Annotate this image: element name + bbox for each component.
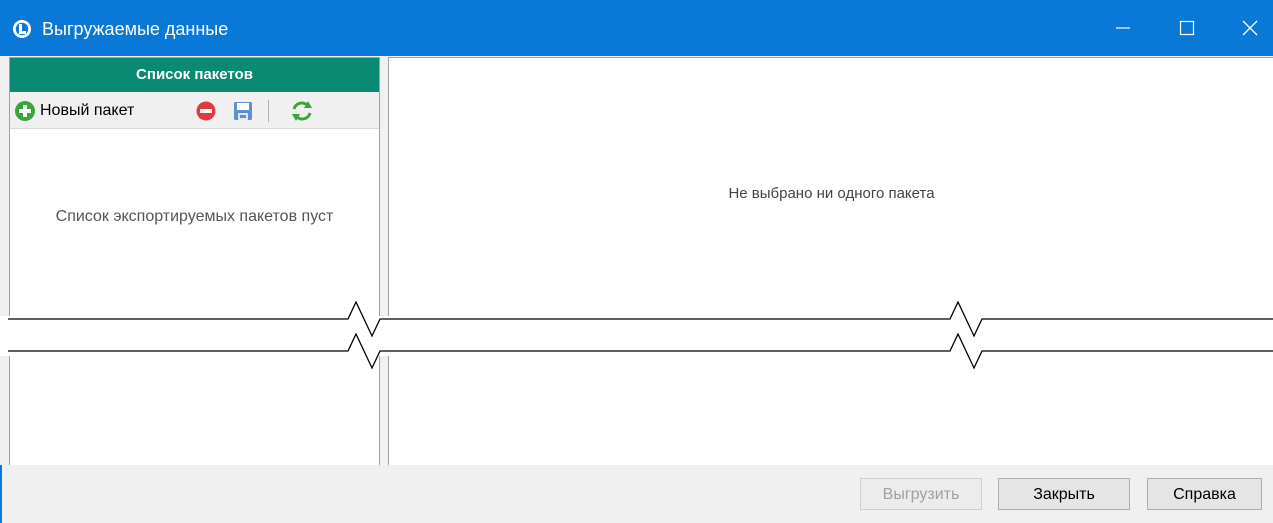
- delete-package-button[interactable]: [196, 100, 216, 122]
- package-list-empty-message: Список экспортируемых пакетов пуст: [55, 208, 334, 225]
- delete-circle-icon: [196, 101, 216, 121]
- new-package-label: Новый пакет: [40, 102, 135, 119]
- save-icon: [234, 102, 252, 120]
- package-details-panel: Не выбрано ни одного пакета: [388, 57, 1273, 466]
- package-toolbar: Новый пакет: [10, 92, 379, 129]
- maximize-button[interactable]: [1164, 0, 1210, 56]
- minimize-button[interactable]: [1100, 0, 1146, 56]
- title-bar[interactable]: Выгружаемые данные: [0, 0, 1273, 56]
- window-left-edge: [0, 465, 10, 523]
- refresh-button[interactable]: [290, 100, 314, 122]
- package-list-header: Список пакетов: [10, 58, 379, 92]
- maximize-icon: [1179, 20, 1195, 36]
- close-window-button[interactable]: [1227, 0, 1273, 56]
- no-package-selected-message: Не выбрано ни одного пакета: [728, 185, 935, 202]
- app-logo-icon: [13, 20, 31, 38]
- toolbar-separator: [268, 100, 269, 122]
- export-button[interactable]: Выгрузить: [860, 478, 982, 510]
- minimize-icon: [1116, 27, 1130, 29]
- window-title: Выгружаемые данные: [42, 19, 229, 39]
- refresh-icon: [292, 101, 312, 121]
- close-button[interactable]: Закрыть: [998, 478, 1130, 510]
- package-list-panel: Список пакетов Новый пакет Список экспор…: [9, 57, 380, 466]
- close-icon: [1242, 20, 1258, 36]
- screenshot-break-lines: [8, 300, 1273, 370]
- new-package-button[interactable]: Новый пакет: [14, 100, 134, 122]
- save-package-button[interactable]: [232, 100, 254, 122]
- add-circle-icon: [15, 101, 35, 121]
- window: Выгружаемые данные Список пакетов Новый …: [0, 0, 1273, 523]
- help-button[interactable]: Справка: [1147, 478, 1262, 510]
